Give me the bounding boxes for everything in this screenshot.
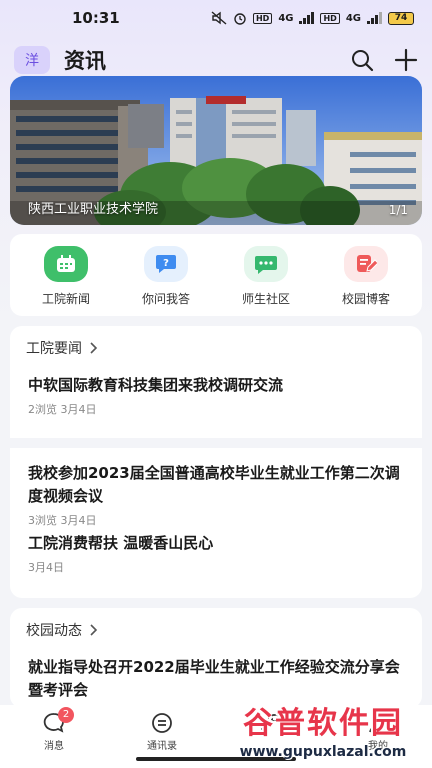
site-watermark: 谷普软件园 www.gupuxlazal.com [214, 690, 432, 768]
quick-link-blog[interactable]: 校园博客 [318, 246, 414, 307]
battery-icon: 74 [388, 11, 414, 25]
blog-edit-icon [344, 246, 388, 282]
news-title: 工院消费帮扶 温暖香山民心 [28, 534, 214, 552]
divider [10, 438, 422, 448]
status-bar: 10:31 HD 4G HD 4G 74 [0, 0, 432, 36]
quick-link-label: 校园博客 [341, 292, 390, 306]
news-title: 我校参加2023届全国普通高校毕业生就业工作第二次调度视频会议 [28, 464, 400, 505]
mute-icon [211, 11, 227, 25]
nav-label: 消息 [44, 741, 64, 752]
avatar[interactable]: 洋 [14, 46, 50, 74]
quick-link-label: 你问我答 [141, 292, 190, 306]
quick-link-label: 工院新闻 [41, 292, 90, 306]
news-meta: 2浏览 3月4日 [28, 403, 97, 416]
banner-carousel[interactable]: 陕西工业职业技术学院 1/1 [10, 76, 422, 225]
search-icon[interactable] [350, 48, 374, 72]
alarm-icon [234, 13, 246, 25]
svg-text:?: ? [163, 258, 169, 269]
nav-label: 通讯录 [147, 741, 177, 752]
status-time: 10:31 [72, 9, 120, 27]
nav-messages[interactable]: 2 消息 [0, 705, 108, 768]
signal-icon [299, 12, 315, 24]
section-title: 工院要闻 [26, 341, 82, 357]
unread-badge: 2 [58, 707, 74, 723]
question-chat-icon: ? [144, 246, 188, 282]
page-title: 资讯 [64, 49, 106, 73]
news-title: 中软国际教育科技集团来我校调研交流 [28, 376, 284, 394]
watermark-url: www.gupuxlazal.com [239, 744, 407, 760]
quick-link-qa[interactable]: ? 你问我答 [118, 246, 214, 307]
network-type-2: 4G [345, 12, 361, 24]
quick-link-community[interactable]: 师生社区 [218, 246, 314, 307]
news-item[interactable]: 中软国际教育科技集团来我校调研交流 2浏览 3月4日 [10, 370, 422, 438]
section-header-news[interactable]: 工院要闻 [10, 326, 422, 370]
signal-icon-2 [367, 12, 382, 24]
news-meta: 3浏览 3月4日 [28, 514, 97, 527]
news-item[interactable]: 我校参加2023届全国普通高校毕业生就业工作第二次调度视频会议 3浏览 3月4日 [10, 448, 422, 530]
watermark-logo-text: 谷普软件园 [243, 706, 403, 741]
chat-bubble-icon [244, 246, 288, 282]
banner-index: 1/1 [388, 203, 408, 217]
add-icon[interactable] [394, 48, 418, 72]
quick-link-news[interactable]: 工院新闻 [18, 246, 114, 307]
banner-caption: 陕西工业职业技术学院 [28, 202, 159, 217]
news-item[interactable]: 工院消费帮扶 温暖香山民心 3月4日 [10, 530, 422, 575]
hd-icon-2: HD [320, 12, 340, 24]
chevron-right-icon [90, 624, 98, 636]
news-section: 工院要闻 中软国际教育科技集团来我校调研交流 2浏览 3月4日 我校参加2023… [10, 326, 422, 598]
chevron-right-icon [90, 342, 98, 354]
section-title: 校园动态 [26, 623, 82, 639]
section-header-campus[interactable]: 校园动态 [10, 608, 422, 652]
quick-links: 工院新闻 ? 你问我答 师生社区 校园博客 [10, 234, 422, 316]
quick-link-label: 师生社区 [241, 292, 290, 306]
news-meta: 3月4日 [28, 561, 64, 574]
contacts-icon [152, 713, 172, 733]
network-type-1: 4G [278, 12, 294, 24]
calendar-icon [44, 246, 88, 282]
hd-icon: HD [252, 12, 273, 24]
status-icons: HD 4G HD 4G 74 [211, 11, 414, 25]
